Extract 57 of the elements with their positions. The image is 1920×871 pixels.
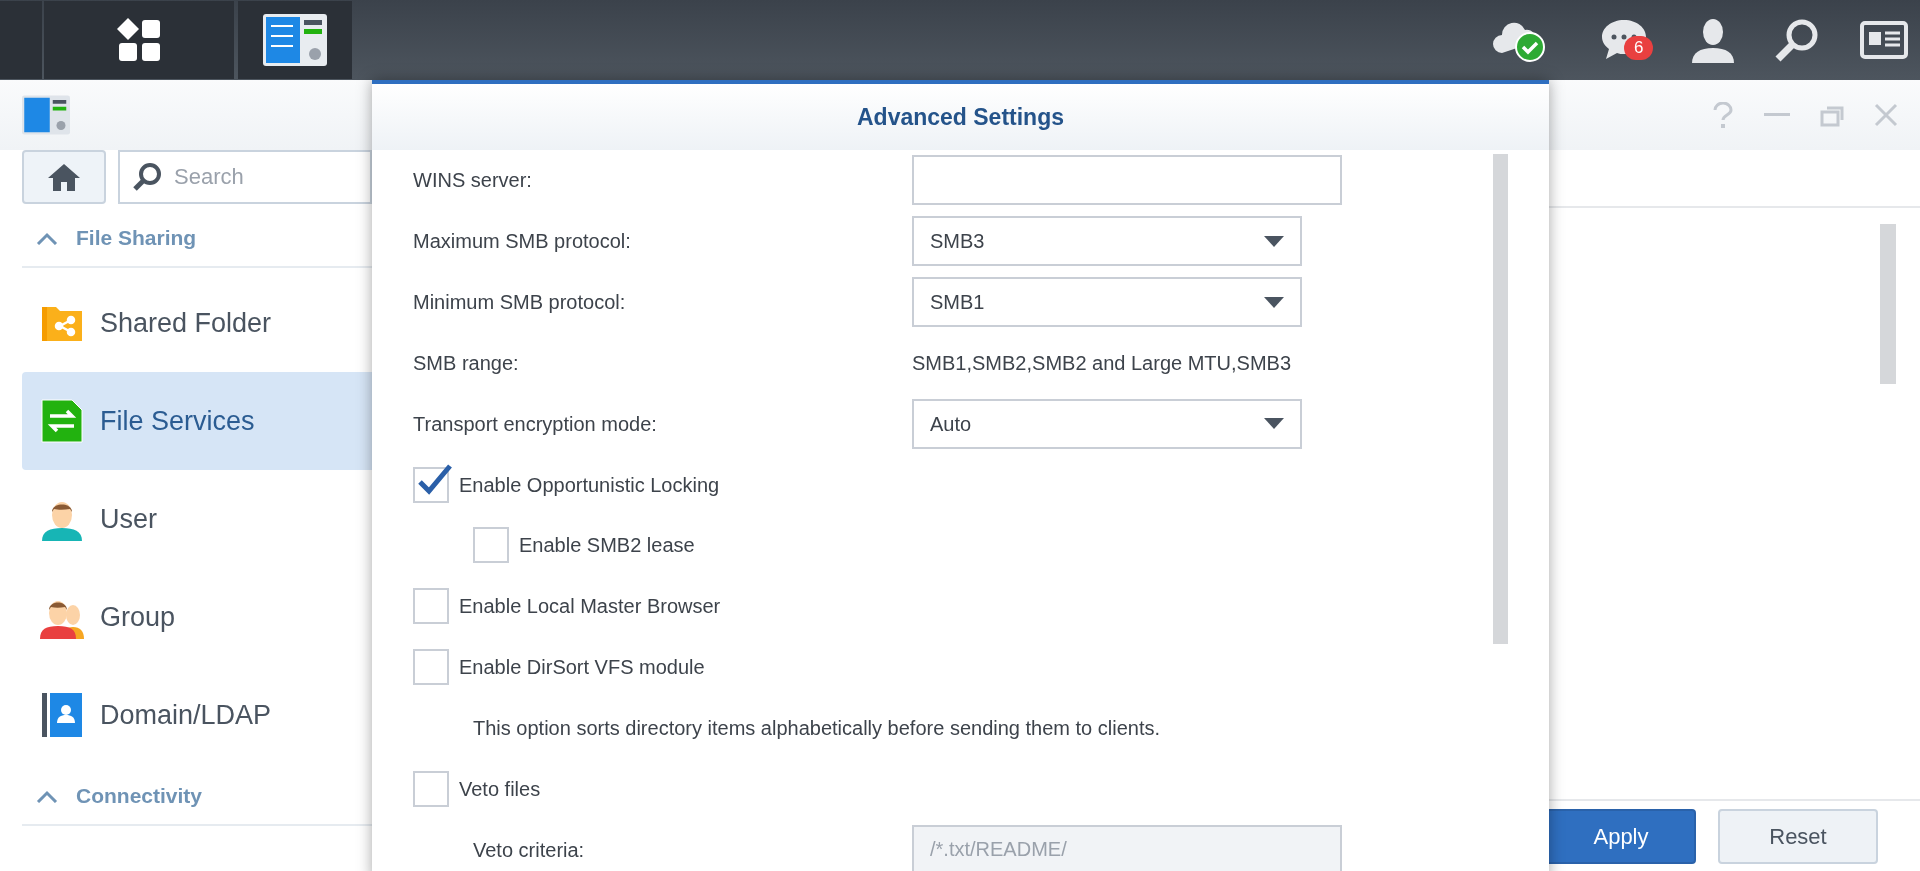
checkbox[interactable]	[413, 649, 449, 686]
collapse-chevron-icon[interactable]	[36, 789, 58, 803]
checkbox-label[interactable]: Enable SMB2 lease	[519, 530, 695, 561]
dropdown[interactable]: SMB1	[912, 277, 1302, 328]
minimize-icon[interactable]	[1764, 113, 1790, 117]
file-transfer-icon	[40, 398, 84, 444]
grid-icon	[117, 18, 161, 62]
checkmark-icon	[417, 462, 453, 497]
caret-icon	[1264, 235, 1284, 247]
checkbox-label[interactable]: Enable DirSort VFS module	[459, 652, 705, 683]
checkbox[interactable]	[413, 588, 449, 625]
close-icon[interactable]	[1874, 103, 1898, 127]
search-icon[interactable]	[1774, 17, 1820, 63]
field-label: Transport encryption mode:	[413, 411, 658, 437]
collapse-chevron-icon[interactable]	[36, 231, 58, 245]
field-label: Maximum SMB protocol:	[413, 229, 632, 255]
checkbox-label[interactable]: Veto files	[459, 773, 541, 804]
caret-icon	[1264, 418, 1284, 430]
sidebar-item[interactable]: Domain/LDAP	[22, 666, 372, 764]
dialog-title: Advanced Settings	[856, 102, 1064, 132]
apply-button[interactable]: Apply	[1546, 808, 1696, 864]
field-label: Veto criteria:	[472, 837, 586, 863]
field-label: Minimum SMB protocol:	[413, 290, 627, 316]
checkbox-label[interactable]: Enable Opportunistic Locking	[459, 469, 720, 500]
control-panel-icon	[263, 14, 327, 66]
checkbox[interactable]	[413, 770, 449, 807]
caret-icon	[1264, 296, 1284, 308]
sidebar-item[interactable]: Group	[22, 568, 372, 666]
control-panel-icon	[22, 94, 70, 136]
sidebar-item[interactable]: File Services	[22, 372, 372, 470]
help-icon[interactable]	[1712, 102, 1734, 128]
field-value: SMB1,SMB2,SMB2 and Large MTU,SMB3	[912, 350, 1292, 376]
search-icon	[132, 162, 162, 192]
field-label: SMB range:	[413, 350, 520, 376]
taskbar-app-button[interactable]	[238, 1, 352, 79]
user-icon[interactable]	[1690, 17, 1736, 63]
id-card-icon[interactable]	[1860, 21, 1908, 59]
scrollbar-thumb[interactable]	[1493, 154, 1508, 644]
dropdown[interactable]: Auto	[912, 398, 1302, 449]
home-button[interactable]	[22, 150, 106, 204]
field-label: WINS server:	[413, 168, 533, 194]
sidebar-item[interactable]: Shared Folder	[22, 274, 372, 372]
dropdown[interactable]: SMB3	[912, 216, 1302, 267]
description-text: This option sorts directory items alphabetically before sending them to clients.	[473, 715, 1160, 741]
sidebar-item[interactable]: User	[22, 470, 372, 568]
search-field[interactable]: Search	[118, 150, 372, 204]
checkbox-label[interactable]: Enable Local Master Browser	[459, 591, 721, 622]
scrollbar-thumb[interactable]	[1880, 224, 1896, 384]
notification-badge: 6	[1624, 36, 1654, 60]
text-field[interactable]	[912, 155, 1342, 206]
taskbar-tile[interactable]	[0, 1, 42, 79]
home-icon	[46, 162, 82, 192]
reset-button[interactable]: Reset	[1718, 808, 1878, 864]
checkbox[interactable]	[473, 527, 509, 564]
main-menu-button[interactable]	[44, 1, 234, 79]
address-book-icon	[40, 693, 84, 737]
checkbox[interactable]	[413, 466, 449, 503]
